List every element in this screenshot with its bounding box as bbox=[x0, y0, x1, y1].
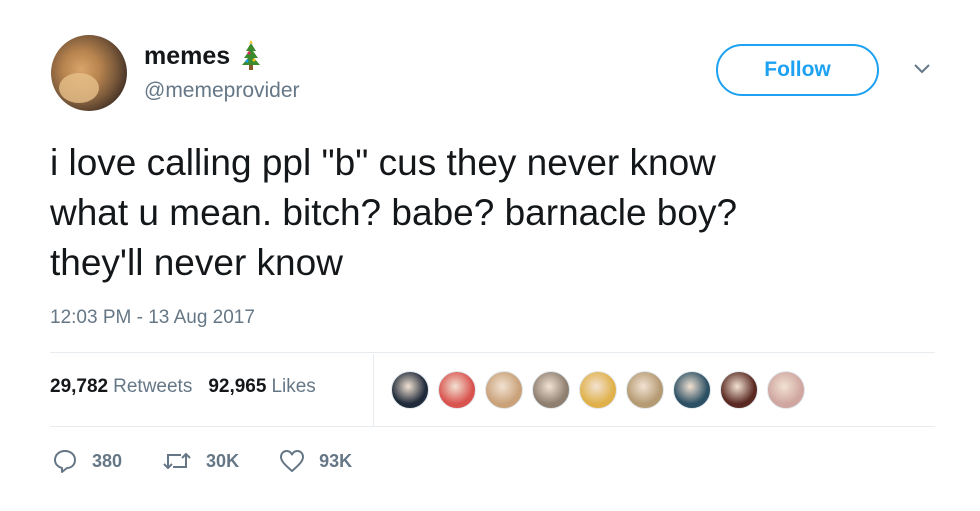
like-button[interactable]: 93K bbox=[279, 449, 352, 473]
liker-avatar-7[interactable] bbox=[673, 371, 711, 409]
tweet-text-line: what u mean. bitch? babe? barnacle boy? bbox=[50, 192, 738, 233]
liker-avatar-2[interactable] bbox=[438, 371, 476, 409]
tweet-text: i love calling ppl "b" cus they never kn… bbox=[50, 138, 930, 288]
engagement-stats: 29,782 Retweets 92,965 Likes bbox=[50, 376, 332, 398]
tweet-text-line: they'll never know bbox=[50, 242, 343, 283]
likes-label: Likes bbox=[271, 376, 316, 397]
liker-avatar-5[interactable] bbox=[579, 371, 617, 409]
divider bbox=[373, 354, 374, 426]
profile-avatar[interactable] bbox=[51, 35, 127, 111]
likes-count: 92,965 bbox=[208, 376, 267, 397]
retweets-stat[interactable]: 29,782 Retweets bbox=[50, 376, 192, 398]
user-handle[interactable]: @memeprovider bbox=[144, 79, 300, 103]
follow-button[interactable]: Follow bbox=[716, 44, 879, 96]
like-count: 93K bbox=[319, 450, 353, 471]
liker-avatar-3[interactable] bbox=[485, 371, 523, 409]
tweet-timestamp[interactable]: 12:03 PM - 13 Aug 2017 bbox=[50, 307, 255, 329]
liker-avatar-6[interactable] bbox=[626, 371, 664, 409]
liker-avatar-1[interactable] bbox=[391, 371, 429, 409]
reply-count: 380 bbox=[92, 450, 123, 471]
liker-avatar-4[interactable] bbox=[532, 371, 570, 409]
retweet-count: 30K bbox=[206, 450, 240, 471]
user-name-row: memes bbox=[144, 40, 262, 72]
retweets-count: 29,782 bbox=[50, 376, 109, 397]
heart-icon bbox=[280, 450, 305, 472]
display-name[interactable]: memes bbox=[144, 42, 230, 71]
liker-avatar-9[interactable] bbox=[767, 371, 805, 409]
retweet-button[interactable]: 30K bbox=[162, 448, 239, 474]
liker-avatar-8[interactable] bbox=[720, 371, 758, 409]
tweet-actions: 380 30K 93K bbox=[52, 448, 392, 474]
reply-button[interactable]: 380 bbox=[52, 448, 122, 474]
tweet-text-line: i love calling ppl "b" cus they never kn… bbox=[50, 142, 716, 183]
reply-icon bbox=[54, 450, 76, 473]
liker-avatars bbox=[391, 371, 814, 409]
chevron-down-icon[interactable] bbox=[912, 62, 932, 76]
likes-stat[interactable]: 92,965 Likes bbox=[208, 376, 315, 398]
divider bbox=[50, 426, 935, 427]
christmas-tree-icon bbox=[240, 40, 262, 72]
retweet-icon bbox=[163, 452, 191, 470]
retweets-label: Retweets bbox=[113, 376, 193, 397]
divider bbox=[50, 352, 935, 353]
